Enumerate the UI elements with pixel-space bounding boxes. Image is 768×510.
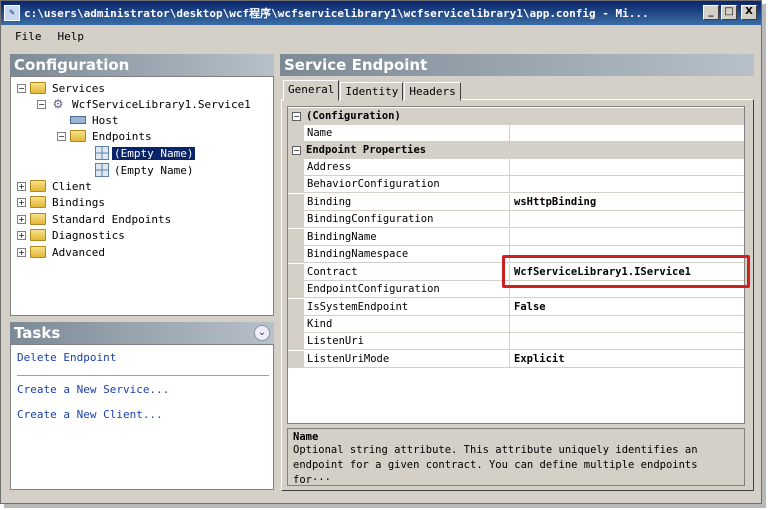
collapse-icon[interactable]: − [292, 112, 301, 121]
property-row-binding-name[interactable]: BindingName [288, 229, 744, 246]
folder-icon [30, 196, 46, 208]
tasks-panel: Delete Endpoint Create a New Service... … [10, 344, 274, 490]
tree-item-standard-endpoints[interactable]: + Standard Endpoints [17, 211, 173, 227]
menu-file[interactable]: File [7, 30, 50, 43]
delete-endpoint-link[interactable]: Delete Endpoint [17, 351, 116, 364]
tree-item-bindings[interactable]: + Bindings [17, 194, 107, 210]
property-label: Name [304, 125, 510, 142]
tasks-title: Tasks [14, 324, 61, 342]
expand-icon[interactable]: + [17, 197, 26, 207]
tree-item-services[interactable]: − Services [17, 80, 107, 96]
category-endpoint-properties[interactable]: − Endpoint Properties [288, 142, 744, 159]
property-value[interactable] [510, 176, 744, 193]
property-label: Contract [304, 264, 510, 281]
tab-identity[interactable]: Identity [340, 82, 404, 101]
tab-headers[interactable]: Headers [404, 82, 461, 101]
property-value[interactable] [510, 125, 744, 142]
property-label: EndpointConfiguration [304, 281, 510, 298]
app-icon: ✎ [4, 5, 20, 21]
property-value[interactable] [510, 159, 744, 176]
window-title: c:\users\administrator\desktop\wcf程序\wcf… [24, 7, 649, 20]
property-value[interactable] [510, 333, 744, 350]
tab-strip: General Identity Headers [283, 80, 462, 101]
folder-icon [70, 130, 86, 142]
property-row-kind[interactable]: Kind [288, 316, 744, 333]
minimize-button[interactable]: _ [703, 5, 719, 20]
property-label: Address [304, 159, 510, 176]
endpoint-icon [95, 146, 109, 160]
folder-icon [30, 180, 46, 192]
folder-icon [30, 246, 46, 258]
expand-icon[interactable]: + [17, 230, 26, 240]
create-client-link[interactable]: Create a New Client... [17, 408, 163, 421]
expand-icon[interactable]: + [17, 214, 26, 224]
tree-item-endpoints[interactable]: − Endpoints [57, 128, 154, 144]
property-label: Kind [304, 316, 510, 333]
property-row-is-system-endpoint[interactable]: IsSystemEndpoint False [288, 299, 744, 316]
service-icon: ⚙ [52, 97, 64, 111]
expand-icon[interactable]: + [17, 247, 26, 257]
property-label: BindingConfiguration [304, 211, 510, 228]
property-row-name[interactable]: Name [288, 125, 744, 142]
tasks-header: Tasks ⌄ [10, 322, 274, 344]
property-label: BindingName [304, 229, 510, 246]
property-row-binding-configuration[interactable]: BindingConfiguration [288, 211, 744, 228]
property-value[interactable]: Explicit [510, 351, 744, 368]
collapse-tasks-icon[interactable]: ⌄ [254, 325, 270, 341]
property-value[interactable] [510, 229, 744, 246]
property-row-listen-uri[interactable]: ListenUri [288, 333, 744, 350]
maximize-button[interactable]: □ [721, 5, 737, 20]
property-value[interactable] [510, 211, 744, 228]
folder-icon [30, 213, 46, 225]
description-title: Name [293, 431, 319, 443]
property-label: ListenUri [304, 333, 510, 350]
tree-item-client[interactable]: + Client [17, 178, 94, 194]
folder-icon [30, 82, 46, 94]
property-row-address[interactable]: Address [288, 159, 744, 176]
property-label: ListenUriMode [304, 351, 510, 368]
property-label: BehaviorConfiguration [304, 176, 510, 193]
contract-highlight-annotation [502, 255, 750, 288]
tree-item-service1[interactable]: − ⚙ WcfServiceLibrary1.Service1 [37, 96, 253, 112]
close-button[interactable]: X [741, 5, 757, 20]
property-row-listen-uri-mode[interactable]: ListenUriMode Explicit [288, 351, 744, 368]
endpoint-icon [95, 163, 109, 177]
title-bar[interactable]: ✎ c:\users\administrator\desktop\wcf程序\w… [1, 1, 761, 25]
property-label: Binding [304, 194, 510, 211]
property-value[interactable]: wsHttpBinding [510, 194, 744, 211]
property-value[interactable] [510, 316, 744, 333]
tree-item-host[interactable]: Host [70, 112, 121, 128]
menu-bar: File Help [1, 25, 761, 47]
property-label: BindingNamespace [304, 246, 510, 263]
menu-help[interactable]: Help [50, 30, 93, 43]
expand-icon[interactable]: + [17, 181, 26, 191]
collapse-icon[interactable]: − [57, 131, 66, 141]
tree-item-diagnostics[interactable]: + Diagnostics [17, 227, 127, 243]
folder-icon [30, 229, 46, 241]
tree-item-advanced[interactable]: + Advanced [17, 244, 107, 260]
tab-general[interactable]: General [283, 80, 340, 101]
service-endpoint-header: Service Endpoint [280, 54, 754, 76]
description-line-2: endpoint for a given contract. You can d… [293, 459, 698, 486]
collapse-icon[interactable]: − [37, 99, 46, 109]
create-service-link[interactable]: Create a New Service... [17, 383, 169, 396]
tree-item-endpoint-1[interactable]: (Empty Name) [95, 145, 196, 161]
property-row-behavior[interactable]: BehaviorConfiguration [288, 176, 744, 193]
tasks-divider [17, 375, 269, 376]
tree-item-endpoint-2[interactable]: (Empty Name) [95, 162, 195, 178]
property-row-binding[interactable]: Binding wsHttpBinding [288, 194, 744, 211]
property-value[interactable]: False [510, 299, 744, 316]
property-description: Name Optional string attribute. This att… [287, 428, 745, 486]
configuration-tree[interactable]: − Services − ⚙ WcfServiceLibrary1.Servic… [10, 76, 274, 316]
description-line-1: Optional string attribute. This attribut… [293, 444, 698, 456]
category-configuration[interactable]: − (Configuration) [288, 108, 744, 125]
property-label: IsSystemEndpoint [304, 299, 510, 316]
collapse-icon[interactable]: − [17, 83, 26, 93]
collapse-icon[interactable]: − [292, 146, 301, 155]
configuration-header: Configuration [10, 54, 274, 76]
host-icon [70, 116, 86, 124]
